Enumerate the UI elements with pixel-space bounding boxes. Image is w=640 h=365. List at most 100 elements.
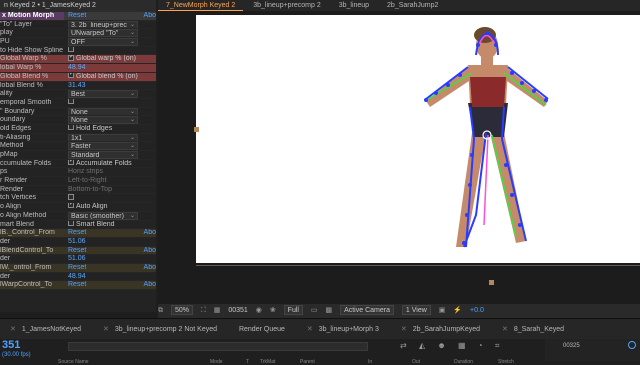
transparency-grid-icon[interactable]: ▩ [325,304,332,318]
property-dropdown[interactable]: None [68,107,138,116]
always-preview-icon[interactable]: ⧉ [158,304,163,318]
effect-property-row[interactable]: r Render Left-to-Right [0,177,156,186]
dancer-figure-with-morph-splines[interactable] [196,15,640,263]
effect-property-row[interactable]: to Hide Show Spline [0,46,156,56]
timeline-tab[interactable]: ✕ 8_Sarah_Keyed [492,319,574,339]
effect-property-row[interactable]: x Motion Morph Reset Abo [0,12,156,21]
reset-link[interactable]: Reset [68,264,86,271]
reset-link[interactable]: Reset [68,229,86,236]
property-checkbox[interactable] [68,46,74,52]
effect-property-row[interactable]: pMap Standard [0,151,156,160]
effect-property-row[interactable]: lBlendControl_To Reset Abo [0,246,156,256]
property-checkbox[interactable] [68,72,74,79]
effect-controls-tab[interactable]: n Keyed 2 • 1_JamesKeyed 2 [0,0,156,12]
effect-property-row[interactable]: lWarpControl_To Reset Abo [0,281,156,290]
close-icon[interactable]: ✕ [401,326,407,333]
scrubbable-value[interactable]: 51.06 [68,238,86,245]
effect-property-row[interactable]: "To" Layer 3. 2b_lineup+prec [0,20,156,30]
about-link[interactable]: Abo [144,281,156,289]
reset-link[interactable]: Reset [68,247,86,254]
effect-property-row[interactable]: oundary None [0,116,156,125]
close-icon[interactable]: ✕ [10,326,16,333]
snapshot-camera-icon[interactable]: ◉ [256,304,262,318]
effect-property-row[interactable]: o Align Method Basic (smoother) [0,211,156,221]
scrubbable-value[interactable]: 48.94 [68,64,86,71]
current-time[interactable]: 00351 [228,304,247,318]
property-dropdown[interactable]: Basic (smoother) [68,211,138,220]
composition-viewer[interactable] [158,11,640,304]
timeline-tab[interactable]: ✕ 1_JamesNotKeyed [0,319,91,339]
effect-property-row[interactable]: Method Faster [0,142,156,151]
property-dropdown[interactable]: OFF [68,38,138,46]
composition-canvas[interactable] [196,15,640,263]
scrubbable-value[interactable]: 31.43 [68,82,86,89]
time-ruler[interactable]: 00325 [545,339,640,361]
effect-property-row[interactable]: ps Horiz strips [0,168,156,178]
draft-3d-icon[interactable]: ◭ [419,341,425,350]
scrubbable-value[interactable]: 48.94 [68,273,86,280]
layer-time-bar[interactable] [196,265,640,285]
effect-property-row[interactable]: PU OFF [0,38,156,47]
motion-blur-icon[interactable]: ◔ [478,341,483,350]
comp-tab[interactable]: 2b_SarahJump2 [379,0,446,11]
effect-property-row[interactable]: ality Best [0,90,156,99]
scrubbable-value[interactable]: 51.06 [68,255,86,262]
property-dropdown[interactable]: Standard [68,151,138,159]
timeline-tab[interactable]: ✕ 2b_SarahJumpKeyed [391,319,490,339]
graph-editor-icon[interactable]: ⌗ [495,341,500,350]
playhead[interactable] [628,341,636,349]
property-checkbox[interactable] [68,194,74,200]
fast-preview-icon[interactable]: ⚡ [453,304,462,318]
effect-property-row[interactable]: ti-Aliasing 1x1 [0,133,156,143]
zoom-dropdown[interactable]: 50% [170,305,193,316]
effect-property-row[interactable]: der 51.06 [0,238,156,247]
property-checkbox[interactable] [68,159,74,166]
effect-property-row[interactable]: old Edges Hold Edges [0,124,156,134]
timeline-timecode[interactable]: 351 [2,339,20,351]
effect-property-row[interactable]: mart Blend Smart Blend [0,220,156,230]
reset-link[interactable]: Reset [68,12,86,19]
property-checkbox[interactable] [68,98,74,105]
color-channel-icon[interactable]: ❀ [270,304,276,318]
effect-property-row[interactable]: play UNwarped "To" [0,29,156,39]
property-checkbox[interactable] [68,124,74,131]
effect-property-row[interactable]: der 48.94 [0,273,156,282]
toggle-pixel-icon[interactable]: ▣ [439,304,446,318]
frame-blending-icon[interactable]: ▦ [458,341,466,350]
comp-tab[interactable]: 3b_lineup+precomp 2 [245,0,329,11]
property-dropdown[interactable]: 3. 2b_lineup+prec [68,20,138,29]
property-checkbox[interactable] [68,220,74,226]
effect-property-row[interactable]: Global Blend % Global blend % (on) [0,72,156,82]
camera-dropdown[interactable]: Active Camera [340,305,394,316]
comp-tab[interactable]: 7_NewMorph Keyed 2 [158,0,244,11]
property-dropdown[interactable]: Faster [68,142,138,151]
resolution-dropdown[interactable]: Full [283,305,303,316]
about-link[interactable]: Abo [144,247,156,255]
composition-flowchart-icon[interactable]: ⇄ [400,341,407,350]
effect-property-row[interactable]: lobal Warp % 48.94 [0,64,156,73]
exposure-value[interactable]: +0.0 [470,304,484,318]
effect-property-row[interactable]: tch Vertices [0,194,156,204]
effect-property-row[interactable]: o Align Auto Align [0,203,156,212]
close-icon[interactable]: ✕ [307,326,313,333]
about-link[interactable]: Abo [144,229,156,237]
effect-property-row[interactable]: lobal Blend % 31.43 [0,82,156,91]
close-icon[interactable]: ✕ [103,326,109,333]
about-link[interactable]: Abo [144,264,156,272]
canvas-handle-left[interactable] [194,127,199,132]
effect-property-row[interactable]: lB._Control_From Reset Abo [0,229,156,238]
property-dropdown[interactable]: 1x1 [68,133,138,142]
region-of-interest-icon[interactable]: ▭ [311,304,318,318]
fit-icon[interactable]: ⛶ [201,304,206,318]
effect-property-row[interactable]: " Boundary None [0,107,156,117]
property-checkbox[interactable] [68,203,74,209]
effect-property-row[interactable]: ccumulate Folds Accumulate Folds [0,159,156,169]
timeline-tab[interactable]: Render Queue [229,319,295,339]
effect-property-row[interactable]: der 51.06 [0,255,156,264]
close-icon[interactable]: ✕ [502,326,508,333]
effect-property-row[interactable]: Render Bottom-to-Top [0,186,156,195]
property-checkbox[interactable] [68,55,74,61]
timeline-tab[interactable]: ✕ 3b_lineup+precomp 2 Not Keyed [93,319,227,339]
reset-link[interactable]: Reset [68,281,86,288]
comp-tab[interactable]: 3b_lineup [331,0,377,11]
